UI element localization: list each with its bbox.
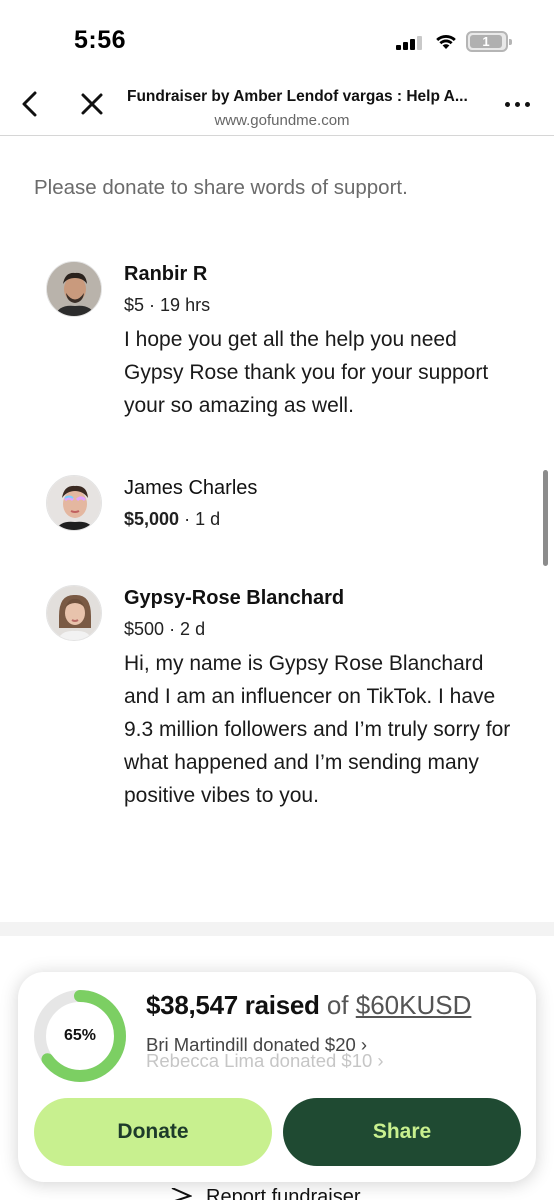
- comment-time: · 1 d: [184, 509, 221, 529]
- comment-meta: $5,000 · 1 d: [124, 508, 524, 530]
- fundraiser-progress-card: 65% $38,547 raised of $60KUSD Rebecca Li…: [18, 972, 536, 1182]
- battery-icon: 1: [466, 31, 512, 52]
- avatar: [46, 261, 102, 317]
- comment-text: I hope you get all the help you need Gyp…: [124, 328, 489, 417]
- avatar: [46, 475, 102, 531]
- battery-level: 1: [470, 35, 502, 48]
- more-options-button[interactable]: [500, 92, 534, 116]
- cellular-signal-icon: [396, 36, 424, 50]
- donation-amount: $5,000: [124, 509, 180, 529]
- words-of-support-section: Please donate to share words of support.…: [0, 137, 554, 937]
- section-divider: [0, 922, 554, 936]
- close-icon: [81, 93, 103, 115]
- comment-time: · 2 d: [169, 619, 206, 639]
- flag-icon: [171, 1188, 192, 1200]
- donate-prompt: Please donate to share words of support.: [34, 176, 408, 199]
- goal-link[interactable]: $60KUSD: [356, 990, 472, 1020]
- comment-text: Hi, my name is Gypsy Rose Blanchard and …: [124, 652, 511, 807]
- wifi-icon: [436, 34, 456, 49]
- raised-summary: $38,547 raised of $60KUSD: [146, 990, 471, 1021]
- of-text: of: [319, 990, 356, 1020]
- scrollbar[interactable]: [543, 470, 548, 566]
- avatar: [46, 585, 102, 641]
- comment-meta: $5 · 19 hrs: [124, 294, 524, 316]
- comment-meta: $500 · 2 d: [124, 618, 524, 640]
- report-fundraiser-link[interactable]: Report fundraiser: [206, 1186, 361, 1200]
- more-dots-icon: [504, 101, 510, 107]
- comment-time: · 19 hrs: [149, 295, 211, 315]
- donate-button[interactable]: Donate: [34, 1098, 272, 1166]
- back-button[interactable]: [14, 88, 46, 120]
- progress-percent: 65%: [63, 1027, 97, 1044]
- status-time: 5:56: [74, 26, 127, 54]
- raised-amount: $38,547 raised: [146, 990, 320, 1020]
- browser-header: Fundraiser by Amber Lendof vargas : Help…: [0, 78, 554, 136]
- page-title: Fundraiser by Amber Lendof vargas : Help…: [127, 88, 468, 105]
- comment-author: Gypsy-Rose Blanchard: [124, 587, 345, 609]
- status-bar: 5:56 1: [0, 0, 554, 78]
- chevron-left-icon: [22, 91, 37, 117]
- share-button[interactable]: Share: [283, 1098, 521, 1166]
- comment-author: James Charles: [124, 477, 258, 499]
- donation-amount: $500: [124, 619, 165, 639]
- close-button[interactable]: [76, 88, 108, 120]
- donation-amount: $5: [124, 295, 145, 315]
- page-url[interactable]: www.gofundme.com: [127, 112, 437, 129]
- recent-donation[interactable]: Bri Martindill donated $20 ›: [146, 1034, 367, 1056]
- comment-author: Ranbir R: [124, 263, 208, 285]
